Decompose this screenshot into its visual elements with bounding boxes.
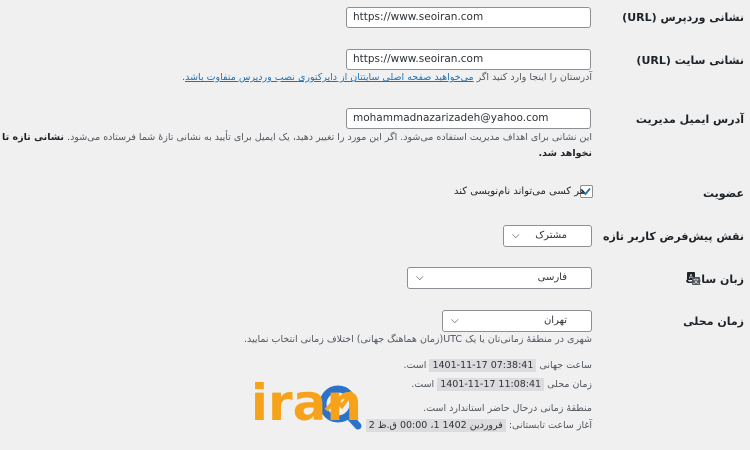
membership-label: عضویت — [703, 187, 745, 200]
admin-email-input[interactable]: mohammadnazarizadeh@yahoo.com — [347, 108, 592, 129]
default-role-select[interactable]: مشترک ⌵ — [504, 225, 593, 247]
timezone-label: زمان محلی — [684, 315, 745, 328]
chevron-down-icon: ⌵ — [513, 230, 521, 241]
timezone-value: تهران — [544, 315, 568, 326]
timezone-select[interactable]: تهران ⌵ — [443, 310, 593, 332]
site-url-desc-prefix: آدرستان را اینجا وارد کنید اگر — [474, 72, 593, 83]
site-url-label: نشانی سایت (URL) — [637, 54, 745, 67]
seoiran-logo: se iran — [179, 370, 458, 432]
utc-time-label: ساعت جهانی — [540, 360, 593, 371]
dst-label: آغاز ساعت تابستانی: — [509, 420, 593, 431]
seoiran-logo-graphic: se iran — [179, 374, 363, 432]
site-language-value: فارسی — [538, 272, 568, 283]
admin-email-desc-line1: این نشانی برای اهداف مدیریت استفاده می‌ش… — [68, 132, 593, 143]
wordpress-url-input[interactable]: https://www.seoiran.com — [347, 7, 592, 28]
logo-text-iran: iran — [252, 374, 363, 432]
local-time-label: زمان محلی — [548, 379, 593, 390]
timezone-description: شهری در منطقهٔ زمانی‌تان یا یک UTC(زمان … — [244, 334, 593, 345]
membership-checkbox-label[interactable]: هر کسی می‌تواند نام‌نویسی کند — [455, 186, 586, 197]
site-url-description: آدرستان را اینجا وارد کنید اگر می‌خواهید… — [183, 72, 593, 83]
admin-email-desc-bold: نشانی تازه تا هنگام — [0, 132, 66, 143]
site-url-input[interactable]: https://www.seoiran.com — [347, 49, 592, 70]
svg-text:文: 文 — [694, 278, 700, 286]
admin-email-description: این نشانی برای اهداف مدیریت استفاده می‌ش… — [0, 132, 593, 143]
chevron-down-icon: ⌵ — [452, 315, 460, 326]
site-language-select[interactable]: فارسی ⌵ — [408, 267, 593, 289]
admin-email-description-line2: نخواهد شد. — [539, 148, 593, 159]
chevron-down-icon: ⌵ — [417, 272, 425, 283]
default-role-value: مشترک — [536, 230, 568, 241]
translate-icon: A 文 — [688, 272, 701, 286]
wordpress-url-label: نشانی وردپرس (URL) — [623, 11, 745, 24]
default-role-label: نقش پیش‌فرض کاربر تازه — [603, 230, 745, 243]
admin-email-label: آدرس ایمیل مدیریت — [636, 113, 745, 126]
site-url-help-link[interactable]: می‌خواهید صفحه اصلی سایتتان از دایرکتوری… — [186, 72, 475, 83]
